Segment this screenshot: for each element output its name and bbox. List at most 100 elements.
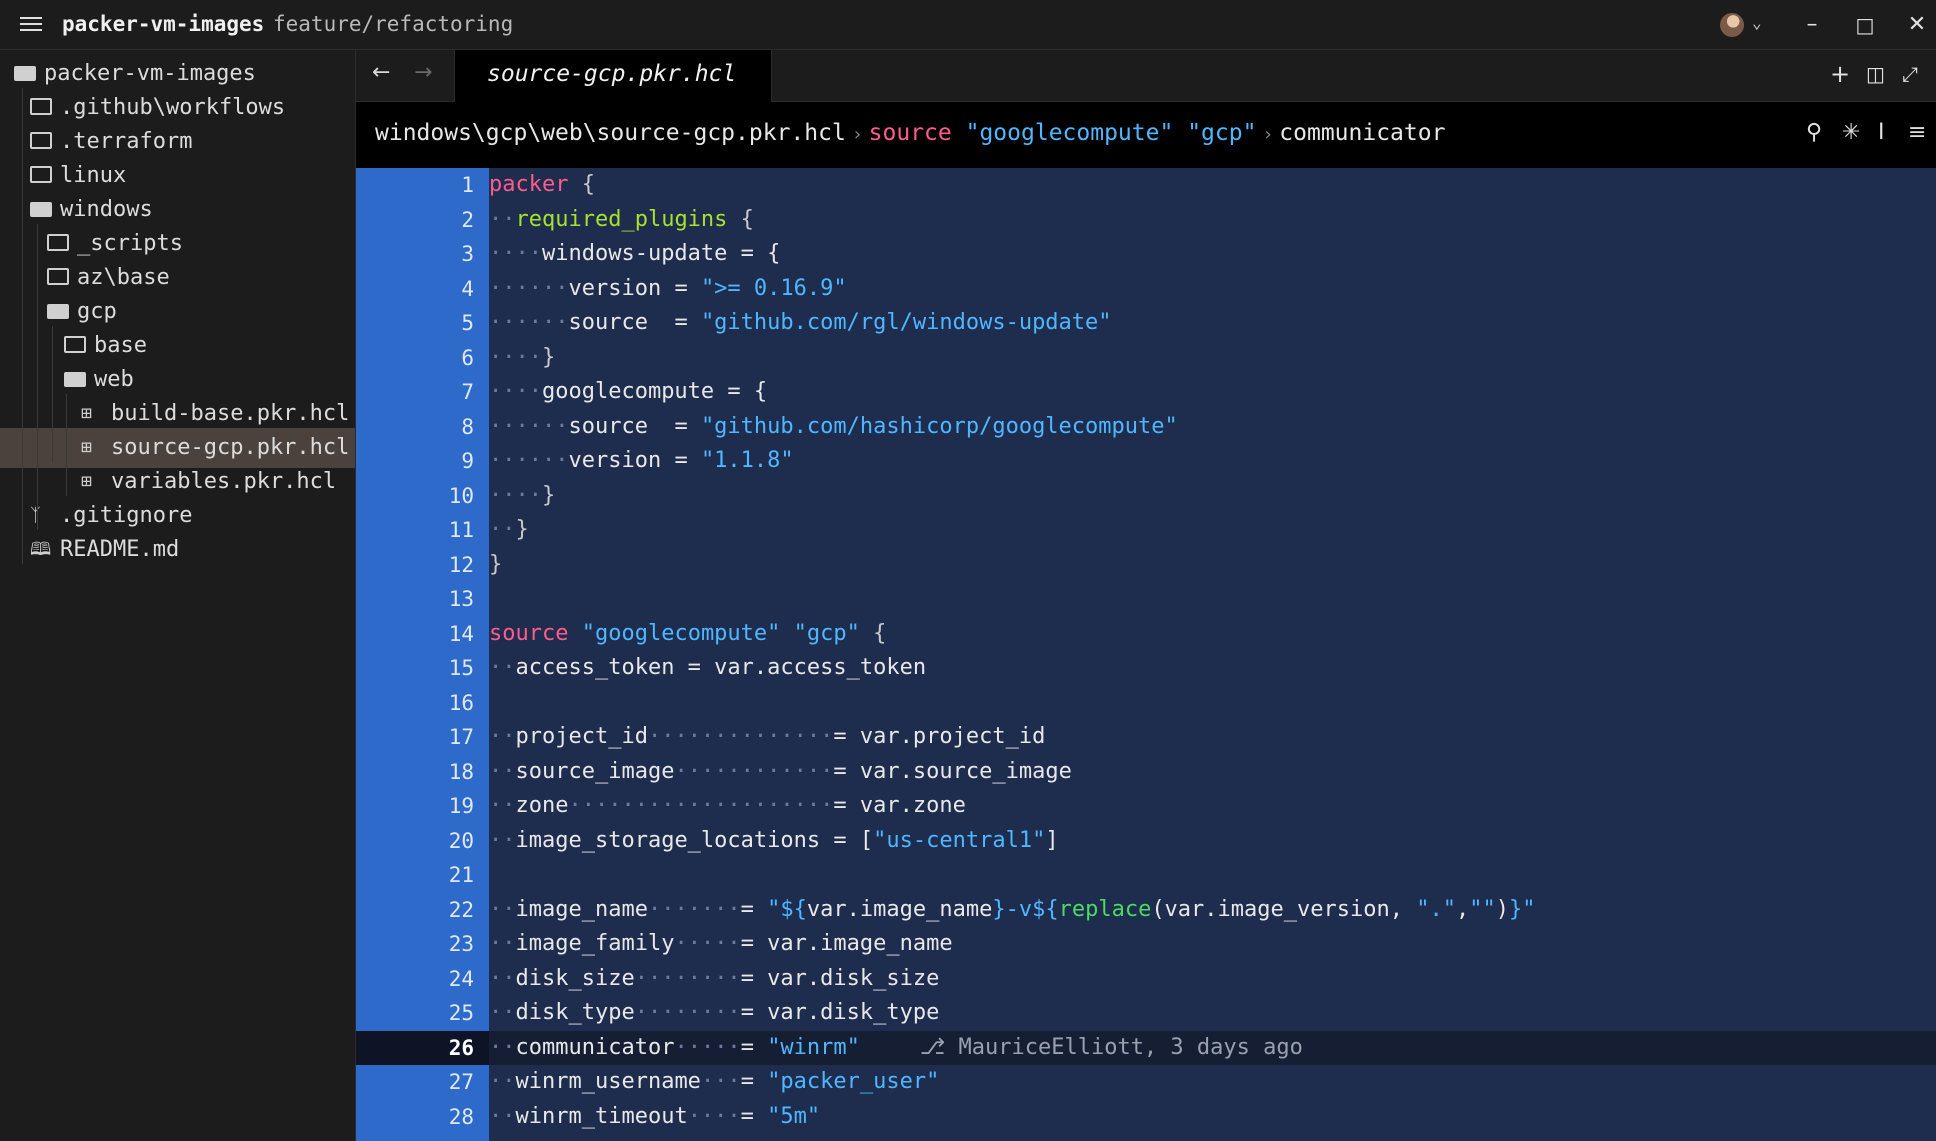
line-number: 14 (448, 621, 474, 646)
code-token: } (489, 551, 503, 577)
code-line[interactable]: ··} (489, 513, 1936, 548)
code-line[interactable]: ······source = "github.com/rgl/windows-u… (489, 306, 1936, 341)
sparkle-icon[interactable]: ✳ (1842, 120, 1860, 145)
code-token: ···· (489, 344, 542, 370)
breadcrumb-type[interactable]: "googlecompute" (966, 120, 1174, 146)
code-line[interactable]: ····} (489, 341, 1936, 376)
code-line[interactable]: source "googlecompute" "gcp" { (489, 617, 1936, 652)
fullscreen-icon[interactable]: ⤢ (1902, 62, 1918, 86)
project-name[interactable]: packer-vm-images (62, 12, 264, 36)
code-token: "github.com/hashicorp/googlecompute" (700, 413, 1178, 439)
code-line[interactable]: ··winrm_username···= "packer_user" (489, 1065, 1936, 1100)
line-number: 24 (448, 966, 474, 991)
line-number: 16 (448, 690, 474, 715)
breadcrumb-path[interactable]: windows\gcp\web\source-gcp.pkr.hcl (375, 120, 846, 146)
code-line[interactable] (489, 686, 1936, 721)
breadcrumb-keyword[interactable]: source (869, 120, 952, 146)
line-number: 18 (448, 759, 474, 784)
code-editor[interactable]: 1 packer {2 ··required_plugins {3 ····windo… (356, 168, 1936, 1141)
code-token: ·· (489, 827, 516, 853)
code-token: ·············· (647, 724, 834, 749)
code-line[interactable]: ··zone····················= var.zone (489, 789, 1936, 824)
code-token: ·· (489, 517, 516, 542)
code-line[interactable]: ··image_family·····= var.image_name (489, 927, 1936, 962)
code-token: ·· (489, 1103, 516, 1129)
code-line[interactable]: ······version = "1.1.8" (489, 444, 1936, 479)
line-number: 12 (448, 552, 474, 577)
breadcrumb-name[interactable]: "gcp" (1187, 120, 1256, 146)
code-token: } (541, 482, 556, 508)
code-token: ···· (489, 482, 542, 508)
code-line[interactable]: ··access_token = var.access_token (489, 651, 1936, 686)
code-line[interactable]: packer { (489, 168, 1936, 203)
code-line[interactable]: ··image_storage_locations = ["us-central… (489, 824, 1936, 859)
code-line[interactable]: } (489, 548, 1936, 583)
text-cursor-icon[interactable]: I (1878, 120, 1885, 145)
code-line[interactable] (489, 858, 1936, 893)
line-number: 4 (461, 276, 474, 301)
code-token: ·· (489, 655, 516, 680)
back-arrow-icon[interactable]: ← (372, 60, 390, 85)
code-token: disk_size (515, 965, 635, 991)
code-line[interactable]: ··project_id··············= var.project_… (489, 720, 1936, 755)
new-tab-plus-icon[interactable]: + (1830, 60, 1850, 88)
close-icon[interactable]: ✕ (1902, 10, 1932, 40)
code-token: , (1455, 896, 1470, 922)
branch-name[interactable]: feature/refactoring (273, 12, 513, 36)
code-token: = var.disk_type (740, 1000, 940, 1025)
tab-source-gcp[interactable]: source-gcp.pkr.hcl (454, 50, 772, 102)
user-avatar[interactable] (1720, 13, 1744, 37)
code-token: = var.project_id (833, 724, 1046, 749)
line-number: 7 (461, 380, 474, 404)
settings-sliders-icon[interactable]: ≡ (1908, 120, 1926, 145)
code-token: "5m" (767, 1103, 821, 1129)
code-line[interactable]: ··source_image············= var.source_i… (489, 755, 1936, 790)
code-line[interactable]: ··disk_type········= var.disk_type (489, 996, 1936, 1031)
search-icon[interactable]: ⚲ (1806, 120, 1822, 145)
code-token: (var.image_version, (1151, 896, 1417, 922)
code-token: ···· (687, 1103, 741, 1129)
code-line[interactable]: ··required_plugins { (489, 203, 1936, 238)
code-line[interactable]: ··communicator·····= "winrm" ⎇ MauriceEll… (489, 1031, 1936, 1066)
code-token: windows-update = { (541, 241, 781, 266)
code-token: "." (1416, 896, 1456, 922)
code-line[interactable]: ······source = "github.com/hashicorp/goo… (489, 410, 1936, 445)
line-number: 17 (448, 725, 474, 749)
code-line[interactable]: ····} (489, 479, 1936, 514)
code-token: "winrm" (767, 1034, 860, 1060)
code-token: ···· (489, 379, 542, 404)
breadcrumb-symbol[interactable]: communicator (1279, 120, 1445, 146)
code-token: ········ (634, 1000, 741, 1025)
code-line[interactable]: ····windows-update = { (489, 237, 1936, 272)
chevron-down-icon[interactable]: ⌄ (1752, 13, 1762, 32)
code-token: ····· (674, 931, 741, 956)
code-token: ········ (634, 965, 741, 991)
split-pane-icon[interactable]: ◫ (1866, 62, 1885, 86)
tree-item-label: README.md (60, 537, 180, 562)
minimize-icon[interactable]: – (1797, 10, 1827, 40)
forward-arrow-icon[interactable]: → (414, 60, 432, 85)
code-token: packer (489, 172, 569, 197)
line-number: 13 (448, 587, 474, 611)
line-number: 20 (448, 828, 474, 853)
code-line[interactable]: ····googlecompute = { (489, 375, 1936, 410)
code-line[interactable]: ··disk_size········= var.disk_size (489, 962, 1936, 997)
hamburger-menu-icon[interactable] (20, 14, 42, 34)
code-token: = var.disk_size (740, 965, 940, 991)
code-line[interactable]: ··image_name·······= "${var.image_name}-… (489, 893, 1936, 928)
tab-bar: ← → source-gcp.pkr.hcl + ◫ ⤢ (356, 50, 1936, 102)
line-number: 10 (448, 483, 474, 508)
line-number: 23 (448, 932, 474, 956)
code-line[interactable] (489, 582, 1936, 617)
code-line[interactable]: ······version = ">= 0.16.9" (489, 272, 1936, 307)
tree-item[interactable]: 🕮 README.md (0, 530, 355, 570)
code-token: ·· (489, 724, 516, 749)
code-token: ">= 0.16.9" (700, 275, 847, 301)
maximize-icon[interactable]: □ (1850, 10, 1880, 40)
code-token: ······ (489, 275, 569, 301)
code-token: { (568, 172, 595, 197)
code-token: = var.zone (833, 793, 966, 818)
code-token: "" (1469, 896, 1496, 922)
code-line[interactable]: ··winrm_timeout····= "5m" (489, 1100, 1936, 1135)
breadcrumb: windows\gcp\web\source-gcp.pkr.hcl › sourc… (356, 102, 1936, 168)
